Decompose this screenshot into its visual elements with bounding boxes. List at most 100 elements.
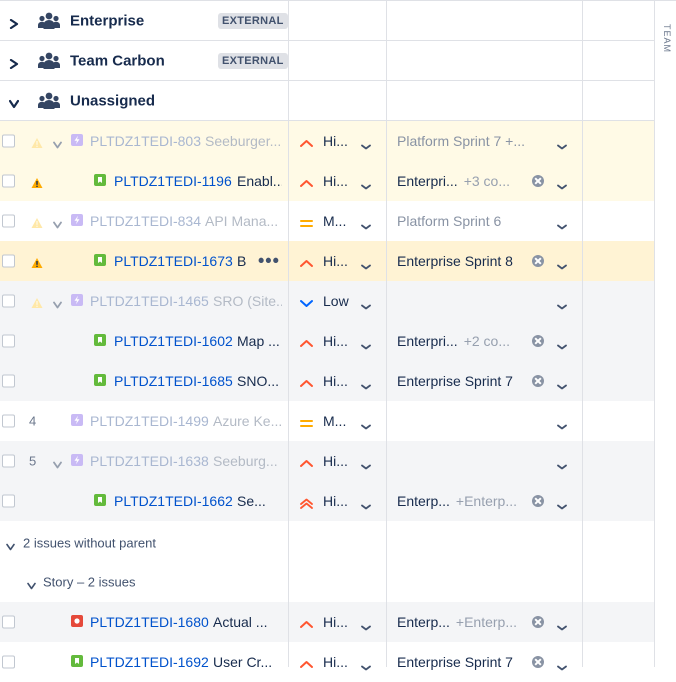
column-divider-sprint — [386, 0, 387, 667]
issue-row[interactable]: PLTDZ1TEDI-1692 User Cr... Hi... Enterprise… — [0, 642, 655, 682]
priority-low-icon — [300, 296, 313, 307]
priority-dropdown-icon[interactable] — [361, 619, 371, 631]
priority-dropdown-icon[interactable] — [361, 659, 371, 671]
sprint-field[interactable]: Platform Sprint 6 — [397, 213, 501, 229]
chevron-down-icon[interactable] — [53, 297, 62, 309]
issue-key[interactable]: PLTDZ1TEDI-1602 — [114, 333, 233, 349]
orphan-header[interactable]: 2 issues without parent — [0, 523, 655, 563]
group-row-2[interactable]: Unassigned — [0, 81, 655, 121]
issue-key[interactable]: PLTDZ1TEDI-803 — [90, 133, 201, 149]
chevron-down-icon[interactable] — [53, 217, 62, 229]
clear-icon[interactable] — [532, 495, 544, 507]
sprint-field[interactable]: Enterp... +Enterp... — [397, 614, 517, 630]
chevron-down-icon[interactable] — [8, 96, 20, 108]
sprint-dropdown-icon[interactable] — [557, 218, 567, 230]
issue-key[interactable]: PLTDZ1TEDI-1662 — [114, 493, 233, 509]
priority-dropdown-icon[interactable] — [361, 418, 371, 430]
sprint-more: +2 co... — [463, 333, 511, 349]
more-actions-icon[interactable]: ••• — [258, 251, 280, 272]
issue-row[interactable]: PLTDZ1TEDI-1673 B ••• Hi... Enterprise Sprin… — [0, 241, 655, 281]
issue-key[interactable]: PLTDZ1TEDI-1638 — [90, 453, 209, 469]
rank-number: 5 — [29, 453, 37, 469]
issue-key[interactable]: PLTDZ1TEDI-1685 — [114, 373, 233, 389]
issue-row[interactable]: PLTDZ1TEDI-1662 Se... Hi... Enterp... +Enter… — [0, 481, 655, 521]
group-row-0[interactable]: Enterprise EXTERNAL — [0, 1, 655, 41]
sprint-dropdown-icon[interactable] — [557, 258, 567, 270]
issue-key[interactable]: PLTDZ1TEDI-1680 — [90, 614, 209, 630]
priority-dropdown-icon[interactable] — [361, 178, 371, 190]
clear-icon[interactable] — [532, 375, 544, 387]
row-checkbox[interactable] — [2, 414, 15, 428]
issue-key[interactable]: PLTDZ1TEDI-1673 — [114, 253, 233, 269]
chevron-down-icon[interactable] — [53, 137, 62, 149]
sprint-field[interactable]: Enterpri... +3 co... — [397, 173, 510, 189]
sprint-field[interactable]: Platform Sprint 7 +... — [397, 133, 525, 149]
orphan-subheader[interactable]: Story – 2 issues — [0, 562, 655, 602]
sprint-field[interactable]: Enterp... +Enterp... — [397, 493, 517, 509]
issue-row[interactable]: PLTDZ1TEDI-803 Seeburger... Hi... Platform … — [0, 121, 655, 161]
chevron-down-icon[interactable] — [53, 457, 62, 469]
sprint-field[interactable]: Enterprise Sprint 7 — [397, 654, 513, 670]
row-checkbox[interactable] — [2, 494, 15, 508]
sprint-dropdown-icon[interactable] — [557, 619, 567, 631]
issue-key[interactable]: PLTDZ1TEDI-834 — [90, 213, 201, 229]
row-checkbox[interactable] — [2, 615, 15, 629]
clear-icon[interactable] — [532, 255, 544, 267]
priority-dropdown-icon[interactable] — [361, 218, 371, 230]
issue-row[interactable]: PLTDZ1TEDI-1680 Actual ... Hi... Enterp... +… — [0, 602, 655, 642]
row-checkbox[interactable] — [2, 214, 15, 228]
row-checkbox[interactable] — [2, 374, 15, 388]
issue-key[interactable]: PLTDZ1TEDI-1692 — [90, 654, 209, 670]
issue-row[interactable]: PLTDZ1TEDI-1685 SNO... Hi... Enterprise Spr… — [0, 361, 655, 401]
priority-dropdown-icon[interactable] — [361, 258, 371, 270]
priority-dropdown-icon[interactable] — [361, 138, 371, 150]
priority-dropdown-icon[interactable] — [361, 458, 371, 470]
priority-dropdown-icon[interactable] — [361, 378, 371, 390]
sprint-dropdown-icon[interactable] — [557, 458, 567, 470]
issue-key[interactable]: PLTDZ1TEDI-1465 — [90, 293, 209, 309]
row-checkbox[interactable] — [2, 174, 15, 188]
chevron-down-icon[interactable] — [6, 539, 15, 551]
story-bookmark-icon — [94, 173, 106, 189]
sprint-field[interactable]: Enterpri... +2 co... — [397, 333, 510, 349]
priority-label: Hi... — [323, 373, 348, 389]
sprint-field[interactable]: Enterprise Sprint 8 — [397, 253, 513, 269]
clear-icon[interactable] — [532, 335, 544, 347]
chevron-down-icon[interactable] — [27, 578, 36, 590]
issue-row[interactable]: PLTDZ1TEDI-1602 Map ... Hi... Enterpri... +2… — [0, 321, 655, 361]
sprint-dropdown-icon[interactable] — [557, 138, 567, 150]
priority-dropdown-icon[interactable] — [361, 298, 371, 310]
clear-icon[interactable] — [532, 175, 544, 187]
sprint-dropdown-icon[interactable] — [557, 498, 567, 510]
group-row-1[interactable]: Team Carbon EXTERNAL — [0, 41, 655, 81]
issue-row[interactable]: PLTDZ1TEDI-1465 SRO (Site... Low — [0, 281, 655, 321]
chevron-right-icon[interactable] — [9, 16, 19, 29]
issue-key[interactable]: PLTDZ1TEDI-1499 — [90, 413, 209, 429]
sprint-field[interactable]: Enterprise Sprint 7 — [397, 373, 513, 389]
issue-summary: SNO... — [237, 373, 280, 389]
sprint-dropdown-icon[interactable] — [557, 178, 567, 190]
sprint-dropdown-icon[interactable] — [557, 338, 567, 350]
priority-dropdown-icon[interactable] — [361, 338, 371, 350]
chevron-right-icon[interactable] — [9, 56, 19, 69]
story-bookmark-icon — [94, 253, 106, 269]
sprint-dropdown-icon[interactable] — [557, 659, 567, 671]
row-checkbox[interactable] — [2, 334, 15, 348]
issue-row[interactable]: 4 PLTDZ1TEDI-1499 Azure Ke... M... — [0, 401, 655, 441]
clear-icon[interactable] — [532, 616, 544, 628]
clear-icon[interactable] — [532, 656, 544, 668]
sprint-dropdown-icon[interactable] — [557, 298, 567, 310]
issue-row[interactable]: PLTDZ1TEDI-834 API Mana... M... Platform Sp… — [0, 201, 655, 241]
row-checkbox[interactable] — [2, 294, 15, 308]
issue-key[interactable]: PLTDZ1TEDI-1196 — [114, 173, 232, 189]
warning-icon — [31, 256, 43, 268]
issue-row[interactable]: 5 PLTDZ1TEDI-1638 Seeburg... Hi... — [0, 441, 655, 481]
sprint-dropdown-icon[interactable] — [557, 418, 567, 430]
row-checkbox[interactable] — [2, 454, 15, 468]
sprint-dropdown-icon[interactable] — [557, 378, 567, 390]
priority-dropdown-icon[interactable] — [361, 498, 371, 510]
row-checkbox[interactable] — [2, 134, 15, 148]
row-checkbox[interactable] — [2, 254, 15, 268]
issue-row[interactable]: PLTDZ1TEDI-1196 Enabl... Hi... Enterpri... +… — [0, 161, 655, 201]
sprint-label: Enterprise Sprint 7 — [397, 373, 513, 389]
